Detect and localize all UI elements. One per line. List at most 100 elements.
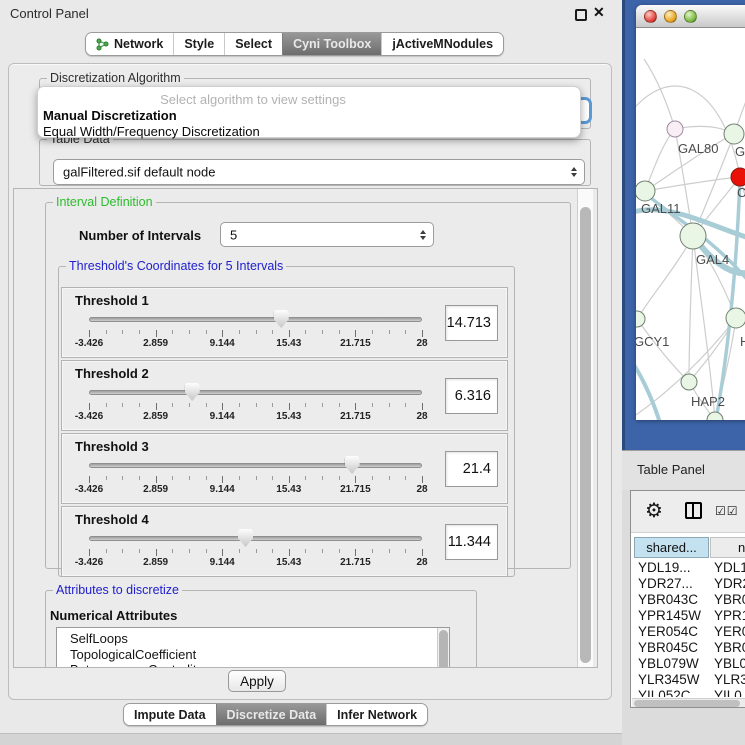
table-row[interactable]: YER054CYER0	[631, 624, 745, 640]
list-item[interactable]: TopologicalCoefficient	[57, 647, 449, 663]
tick-mark	[189, 476, 190, 480]
slider-track[interactable]	[89, 390, 422, 395]
threshold-label: Threshold 4	[75, 512, 149, 527]
column-header-shared-name[interactable]: shared...	[634, 537, 709, 558]
network-window-frame: GAL80GACGAL11GAL4GCY1HHAP2	[622, 0, 745, 450]
gear-icon[interactable]: ⚙	[645, 498, 663, 523]
attributes-title: Attributes to discretize	[53, 583, 182, 597]
table-row[interactable]: YBL079WYBL0	[631, 656, 745, 672]
slider-track[interactable]	[89, 536, 422, 541]
cell-name: YBR0	[714, 592, 745, 608]
table-row[interactable]: YDL19...YDL1	[631, 560, 745, 576]
node-gal11[interactable]	[636, 181, 655, 201]
tick-mark	[372, 549, 373, 553]
table-horizontal-scrollbar[interactable]	[632, 698, 745, 708]
network-window-titlebar[interactable]	[636, 5, 745, 28]
table-row[interactable]: YDR27...YDR2	[631, 576, 745, 592]
dropdown-option-manual[interactable]: Manual Discretization	[43, 108, 177, 123]
tick-label: -3.426	[75, 557, 103, 568]
slider-thumb[interactable]	[185, 383, 200, 401]
zoom-traffic-light-icon[interactable]	[684, 10, 697, 23]
tick-mark	[106, 330, 107, 334]
apply-button[interactable]: Apply	[228, 670, 286, 692]
tab-jactivemnodules[interactable]: jActiveMNodules	[381, 33, 503, 55]
tab-label: jActiveMNodules	[392, 37, 493, 51]
threshold-coordinates-group: Threshold's Coordinates for 5 Intervals …	[58, 259, 515, 577]
table-row[interactable]: YBR045CYBR0	[631, 640, 745, 656]
tick-label: 15.43	[276, 411, 301, 422]
close-traffic-light-icon[interactable]	[644, 10, 657, 23]
tick-mark	[156, 476, 157, 483]
cell-name: YLR3	[714, 672, 745, 688]
scrollbar-thumb[interactable]	[634, 700, 740, 707]
table-row[interactable]: YIL052C YIL0	[631, 688, 745, 697]
tick-mark	[89, 403, 90, 410]
slider-track[interactable]	[89, 317, 422, 322]
tick-mark	[322, 403, 323, 407]
tab-infer-network[interactable]: Infer Network	[326, 704, 427, 725]
tab-impute-data[interactable]: Impute Data	[124, 704, 216, 725]
tick-mark	[289, 549, 290, 556]
columns-icon[interactable]	[685, 502, 702, 519]
slider-thumb[interactable]	[345, 456, 360, 474]
tick-label: 21.715	[340, 484, 371, 495]
table-data-combobox[interactable]: galFiltered.sif default node	[53, 159, 585, 185]
close-icon[interactable]: ✕	[593, 4, 605, 21]
list-item[interactable]: SelfLoops	[57, 631, 449, 647]
float-panel-icon[interactable]	[575, 9, 587, 21]
network-window: GAL80GACGAL11GAL4GCY1HHAP2	[636, 5, 745, 420]
tick-mark	[289, 476, 290, 483]
checkbox-icons[interactable]: ☑☑	[715, 504, 739, 518]
scrollbar-thumb[interactable]	[439, 630, 448, 668]
node-gcy1-label: GCY1	[636, 334, 669, 349]
node-red-selected[interactable]	[731, 168, 745, 186]
tab-cyni-toolbox[interactable]: Cyni Toolbox	[282, 33, 381, 55]
tick-label: 2.859	[143, 484, 168, 495]
slider-track[interactable]	[89, 463, 422, 468]
minimize-traffic-light-icon[interactable]	[664, 10, 677, 23]
threshold-panel: Threshold 3-3.4262.8599.14415.4321.71528…	[61, 433, 508, 504]
scrollbar-thumb[interactable]	[580, 207, 591, 663]
settings-vertical-scrollbar[interactable]	[577, 189, 593, 667]
node-gal80[interactable]	[667, 121, 683, 137]
cell-name: YIL0	[714, 688, 742, 697]
slider-thumb[interactable]	[274, 310, 289, 328]
network-canvas[interactable]: GAL80GACGAL11GAL4GCY1HHAP2	[636, 29, 745, 420]
tab-style[interactable]: Style	[173, 33, 224, 55]
threshold-value-field[interactable]: 21.4	[445, 451, 498, 487]
number-of-intervals-combobox[interactable]: 5	[220, 222, 434, 247]
tab-discretize-data[interactable]: Discretize Data	[216, 704, 327, 725]
tick-mark	[206, 476, 207, 480]
tick-label: 28	[416, 557, 427, 568]
tick-mark	[189, 403, 190, 407]
tick-mark	[256, 476, 257, 480]
tab-network[interactable]: Network	[86, 33, 173, 55]
node-h[interactable]	[726, 308, 745, 328]
cell-shared-name: YIL052C	[638, 688, 691, 697]
tab-select[interactable]: Select	[224, 33, 282, 55]
table-row[interactable]: YLR345WYLR3	[631, 672, 745, 688]
table-row[interactable]: YBR043CYBR0	[631, 592, 745, 608]
tick-label: 9.144	[210, 338, 235, 349]
tick-mark	[222, 549, 223, 556]
table-rows: YDL19...YDL1YDR27...YDR2YBR043CYBR0YPR14…	[631, 560, 745, 697]
node-gal4[interactable]	[680, 223, 706, 249]
table-row[interactable]: YPR145WYPR1	[631, 608, 745, 624]
column-header-name[interactable]: na	[710, 537, 745, 558]
tick-mark	[172, 330, 173, 334]
numerical-attributes-list[interactable]: SelfLoopsTopologicalCoefficientBetweenne…	[56, 627, 450, 668]
threshold-value-field[interactable]: 6.316	[445, 378, 498, 414]
node-hap2[interactable]	[681, 374, 697, 390]
cyni-mode-tabbar: Impute DataDiscretize DataInfer Network	[123, 703, 428, 726]
node-top-right[interactable]	[724, 124, 744, 144]
node-gcy1[interactable]	[636, 311, 645, 327]
list-scrollbar[interactable]	[437, 628, 449, 668]
table-data-group: Table Data galFiltered.sif default node	[39, 132, 591, 186]
threshold-value-field[interactable]: 11.344	[445, 524, 498, 560]
tick-mark	[172, 549, 173, 553]
tick-label: -3.426	[75, 338, 103, 349]
threshold-value-field[interactable]: 14.713	[445, 305, 498, 341]
slider-thumb[interactable]	[238, 529, 253, 547]
tick-mark	[405, 403, 406, 407]
dropdown-option-equal-width[interactable]: Equal Width/Frequency Discretization	[43, 124, 260, 139]
